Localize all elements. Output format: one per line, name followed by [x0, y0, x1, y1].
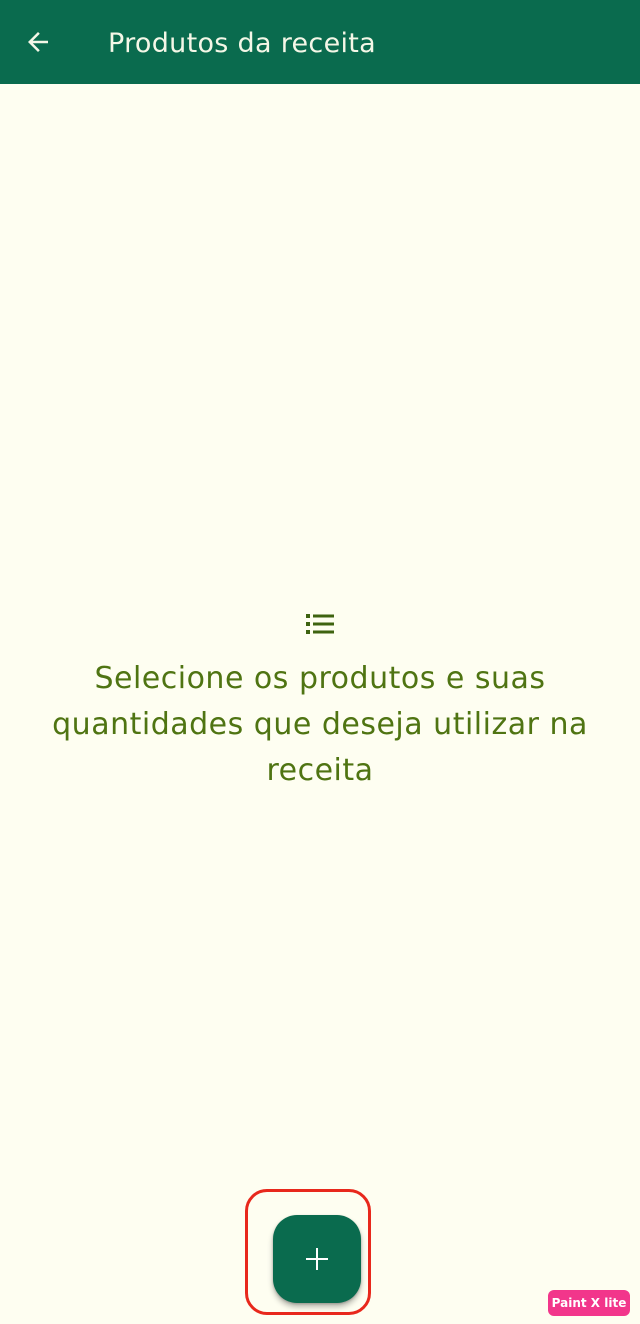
empty-state: Selecione os produtos e suas quantidades…	[0, 608, 640, 794]
back-button[interactable]	[16, 20, 60, 64]
add-product-button[interactable]	[273, 1215, 361, 1303]
app-bar: Produtos da receita	[0, 0, 640, 84]
plus-icon	[306, 1248, 328, 1270]
page-title: Produtos da receita	[108, 28, 377, 59]
list-icon	[306, 614, 334, 634]
watermark-badge: Paint X lite	[548, 1290, 630, 1316]
empty-state-message: Selecione os produtos e suas quantidades…	[52, 661, 588, 788]
arrow-back-icon	[28, 32, 48, 52]
